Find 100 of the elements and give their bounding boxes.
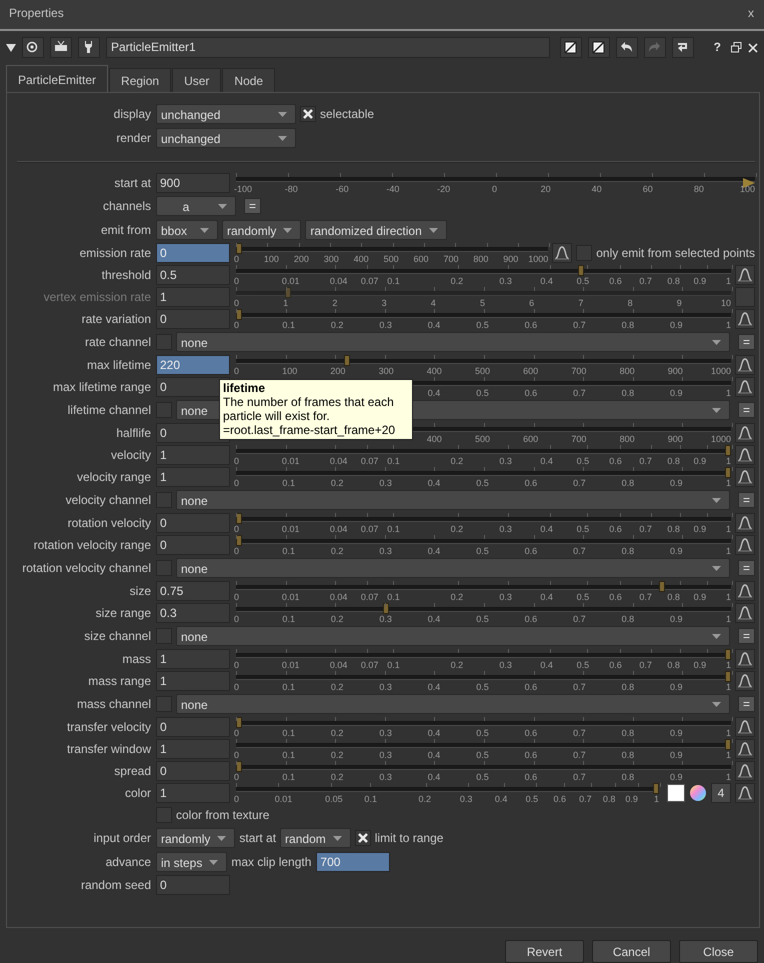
window-close-button[interactable]: x [748,4,754,22]
help-button[interactable]: ? [714,38,721,56]
slider-thumb[interactable] [236,309,242,320]
dropdown[interactable]: random [280,828,351,848]
number-field[interactable]: 1 [156,671,230,691]
tab[interactable]: ParticleEmitter [6,65,108,92]
number-field[interactable]: 900 [156,173,230,193]
animation-curve-button[interactable] [735,445,755,465]
dropdown[interactable]: unchanged [156,104,296,124]
link-button[interactable]: = [738,696,755,712]
dropdown[interactable]: none [176,332,730,352]
link-button[interactable]: = [738,628,755,644]
slider-thumb[interactable] [725,671,731,682]
dropdown[interactable]: unchanged [156,128,296,148]
animation-curve-button[interactable] [735,467,755,487]
animation-curve-button[interactable] [735,603,755,623]
slider-track[interactable] [236,264,731,276]
slider-track[interactable] [236,308,731,320]
slider-thumb[interactable] [725,467,731,478]
number-field[interactable]: 0 [156,513,230,533]
animation-curve-button[interactable] [735,309,755,329]
checkbox[interactable] [300,106,316,122]
slider-thumb[interactable] [344,355,350,366]
number-field[interactable]: 0 [156,761,230,781]
number-field[interactable]: 1 [156,649,230,669]
revert-button[interactable] [672,36,694,58]
slider-track[interactable] [236,242,548,254]
slider-thumb[interactable] [236,243,242,254]
slider-track[interactable] [236,444,731,456]
number-field[interactable]: 0 [156,535,230,555]
dropdown[interactable]: none [176,490,730,510]
collapse-triangle-icon[interactable] [6,44,16,52]
tab[interactable]: User [172,68,222,92]
tv-button[interactable] [50,36,72,58]
dropdown[interactable]: none [176,626,730,646]
number-field[interactable]: 0 [156,717,230,737]
slider-track[interactable] [236,648,731,660]
number-field[interactable]: 700 [316,852,390,872]
slider-track[interactable] [236,782,659,794]
slider-track[interactable] [236,580,731,592]
redo-button[interactable] [644,36,666,58]
wrench-button[interactable] [78,36,100,58]
link-button[interactable]: = [738,560,755,576]
animation-curve-button[interactable] [735,423,755,443]
slider-track[interactable] [236,512,731,524]
dropdown[interactable]: in steps [156,852,228,872]
dialog-button[interactable]: Revert [505,940,584,963]
dropdown[interactable]: none [176,558,730,578]
color-wheel-icon[interactable] [689,784,707,802]
tab[interactable]: Node [222,68,276,92]
slider-thumb[interactable] [236,717,242,728]
number-field[interactable]: 0 [156,875,230,895]
number-field[interactable]: 0.3 [156,603,230,623]
animation-curve-button[interactable] [735,355,755,375]
slider-thumb[interactable] [725,739,731,750]
link-button[interactable]: = [738,334,755,350]
number-field[interactable]: 0.5 [156,265,230,285]
dialog-button[interactable]: Cancel [592,940,671,963]
undo-button[interactable] [616,36,638,58]
dropdown[interactable]: randomly [222,220,302,240]
link-button[interactable]: = [738,492,755,508]
slider-thumb[interactable] [236,535,242,546]
number-field[interactable]: 220 [156,355,230,375]
close-icon[interactable] [748,42,758,53]
slider-track[interactable] [236,354,731,366]
slider-thumb[interactable] [578,265,584,276]
animation-curve-button[interactable] [735,265,755,285]
animation-curve-button[interactable] [735,649,755,669]
link-button[interactable]: = [738,402,755,418]
slider-track[interactable] [236,670,731,682]
number-field[interactable]: 0.75 [156,581,230,601]
number-field[interactable]: 1 [156,739,230,759]
dialog-button[interactable]: Close [679,940,758,963]
slider-thumb[interactable] [653,783,659,794]
animation-curve-button[interactable] [735,671,755,691]
node-name-field[interactable]: ParticleEmitter1 [106,36,550,58]
slider-track[interactable] [236,602,731,614]
animation-curve-button[interactable] [735,581,755,601]
slider-thumb[interactable] [236,761,242,772]
animation-curve-button[interactable] [552,243,572,263]
animation-curve-button[interactable] [735,377,755,397]
animation-curve-button[interactable] [735,513,755,533]
channel-count[interactable]: 4 [711,783,731,803]
animation-curve-button[interactable] [735,783,755,803]
slider-track[interactable] [236,534,731,546]
slider-track[interactable] [236,466,731,478]
number-field[interactable]: 0 [156,309,230,329]
dropdown[interactable]: none [176,694,730,714]
slider-thumb[interactable] [725,649,731,660]
color-swatch[interactable] [667,784,685,802]
slider-track[interactable] [236,716,731,728]
animation-curve-button[interactable] [735,717,755,737]
target-button[interactable] [22,36,44,58]
slider-track[interactable] [236,738,731,750]
tab[interactable]: Region [109,68,172,92]
number-field[interactable]: 1 [156,445,230,465]
slider-thumb[interactable] [659,581,666,592]
number-field[interactable]: 1 [156,783,230,803]
slider-thumb[interactable] [382,603,389,614]
number-field[interactable]: 1 [156,467,230,487]
